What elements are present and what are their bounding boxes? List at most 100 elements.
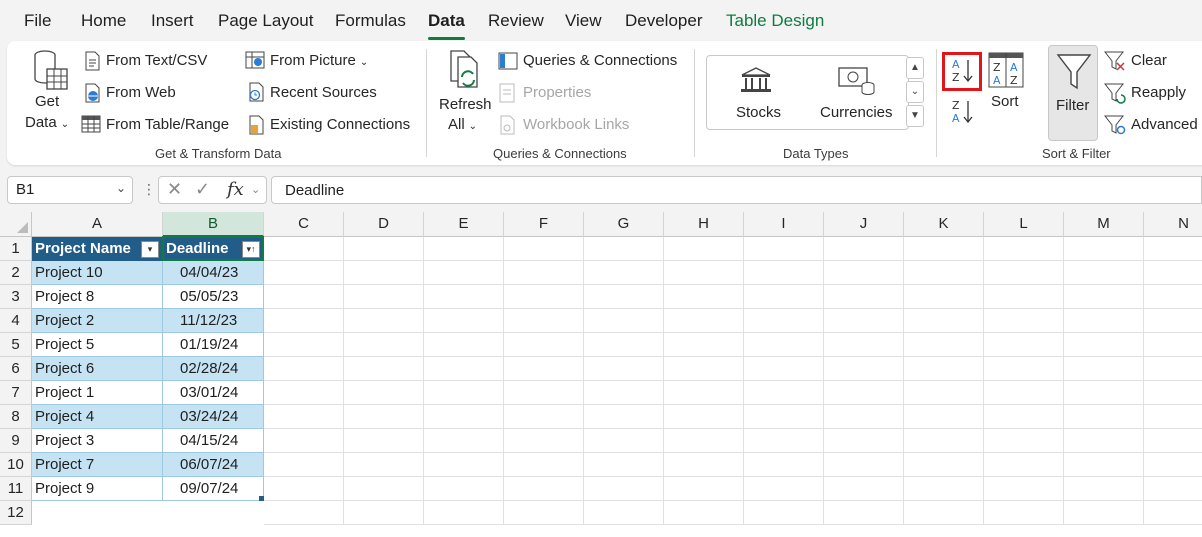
cell[interactable] bbox=[504, 357, 584, 381]
cell[interactable] bbox=[1144, 453, 1202, 477]
from-web-button[interactable]: From Web bbox=[106, 84, 176, 101]
column-header[interactable]: H bbox=[664, 212, 744, 237]
from-picture-button[interactable]: From Picture ⌄ bbox=[270, 52, 368, 69]
from-text-csv-button[interactable]: From Text/CSV bbox=[106, 52, 207, 69]
cell[interactable] bbox=[664, 501, 744, 525]
cell[interactable] bbox=[424, 477, 504, 501]
deadline-cell[interactable]: 11/12/23 bbox=[163, 309, 264, 333]
cell[interactable] bbox=[824, 309, 904, 333]
cell[interactable] bbox=[344, 333, 424, 357]
cell[interactable] bbox=[504, 405, 584, 429]
currencies-button[interactable]: Currencies bbox=[820, 104, 893, 121]
project-name-cell[interactable]: Project 1 bbox=[32, 381, 163, 405]
cell[interactable] bbox=[744, 261, 824, 285]
cell[interactable] bbox=[1064, 381, 1144, 405]
deadline-cell[interactable]: 06/07/24 bbox=[163, 453, 264, 477]
cell[interactable] bbox=[584, 357, 664, 381]
cell[interactable] bbox=[744, 405, 824, 429]
cell[interactable] bbox=[344, 261, 424, 285]
project-name-cell[interactable]: Project 6 bbox=[32, 357, 163, 381]
cell[interactable] bbox=[1144, 381, 1202, 405]
column-header[interactable]: A bbox=[32, 212, 163, 237]
cell[interactable] bbox=[824, 357, 904, 381]
filter-button[interactable]: Filter bbox=[1048, 45, 1098, 141]
cell[interactable] bbox=[984, 477, 1064, 501]
cell[interactable] bbox=[664, 309, 744, 333]
cell[interactable] bbox=[344, 405, 424, 429]
formula-input[interactable]: Deadline bbox=[271, 176, 1202, 204]
row-header[interactable]: 7 bbox=[0, 381, 32, 405]
from-table-range-button[interactable]: From Table/Range bbox=[106, 116, 229, 133]
refresh-all-label[interactable]: Refresh bbox=[439, 96, 492, 113]
project-name-cell[interactable]: Project 5 bbox=[32, 333, 163, 357]
column-header[interactable]: K bbox=[904, 212, 984, 237]
cell[interactable] bbox=[824, 261, 904, 285]
cell[interactable] bbox=[344, 429, 424, 453]
cell[interactable] bbox=[264, 309, 344, 333]
project-name-cell[interactable]: Project 10 bbox=[32, 261, 163, 285]
cell[interactable] bbox=[264, 453, 344, 477]
cell[interactable] bbox=[824, 237, 904, 261]
cell[interactable] bbox=[904, 333, 984, 357]
tab-view[interactable]: View bbox=[565, 11, 602, 31]
cell[interactable] bbox=[984, 237, 1064, 261]
cell[interactable] bbox=[1064, 237, 1144, 261]
cell[interactable] bbox=[264, 381, 344, 405]
cell[interactable] bbox=[584, 477, 664, 501]
deadline-cell[interactable]: 09/07/24 bbox=[163, 477, 264, 501]
gallery-more[interactable]: ▼ bbox=[906, 105, 924, 127]
column-header[interactable]: E bbox=[424, 212, 504, 237]
sort-icon[interactable]: ZAAZ bbox=[988, 52, 1024, 93]
cell[interactable] bbox=[344, 357, 424, 381]
cell[interactable] bbox=[1144, 261, 1202, 285]
deadline-cell[interactable]: 04/15/24 bbox=[163, 429, 264, 453]
cell[interactable] bbox=[744, 501, 824, 525]
cell[interactable] bbox=[264, 501, 344, 525]
cell[interactable] bbox=[744, 285, 824, 309]
deadline-cell[interactable]: 03/24/24 bbox=[163, 405, 264, 429]
cell[interactable] bbox=[504, 285, 584, 309]
cell[interactable] bbox=[584, 237, 664, 261]
cell[interactable] bbox=[824, 429, 904, 453]
cell[interactable] bbox=[984, 381, 1064, 405]
cell[interactable] bbox=[424, 429, 504, 453]
row-header[interactable]: 2 bbox=[0, 261, 32, 285]
cell[interactable] bbox=[424, 405, 504, 429]
cell[interactable] bbox=[664, 429, 744, 453]
cell[interactable] bbox=[984, 453, 1064, 477]
cell[interactable] bbox=[424, 309, 504, 333]
column-header[interactable]: F bbox=[504, 212, 584, 237]
advanced-button[interactable]: Advanced bbox=[1131, 116, 1198, 133]
queries-connections-button[interactable]: Queries & Connections bbox=[523, 52, 677, 69]
column-header[interactable]: J bbox=[824, 212, 904, 237]
row-header[interactable]: 9 bbox=[0, 429, 32, 453]
cell[interactable] bbox=[264, 405, 344, 429]
cell[interactable] bbox=[664, 453, 744, 477]
cell[interactable] bbox=[1144, 501, 1202, 525]
table-header-cell[interactable]: Project Name ▾ bbox=[32, 237, 163, 261]
cell[interactable] bbox=[1144, 405, 1202, 429]
cell[interactable] bbox=[584, 309, 664, 333]
existing-connections-button[interactable]: Existing Connections bbox=[270, 116, 410, 133]
cell[interactable] bbox=[824, 501, 904, 525]
chevron-down-icon[interactable]: ⌄ bbox=[251, 183, 260, 196]
cell[interactable] bbox=[264, 477, 344, 501]
row-header[interactable]: 12 bbox=[0, 501, 32, 525]
enter-icon[interactable]: ✓ bbox=[195, 179, 210, 200]
cell[interactable] bbox=[504, 501, 584, 525]
project-name-cell[interactable]: Project 7 bbox=[32, 453, 163, 477]
cell[interactable] bbox=[904, 285, 984, 309]
cell[interactable] bbox=[344, 309, 424, 333]
cell[interactable] bbox=[504, 453, 584, 477]
cell[interactable] bbox=[1144, 237, 1202, 261]
deadline-cell[interactable]: 04/04/23 bbox=[163, 261, 264, 285]
cell[interactable] bbox=[664, 237, 744, 261]
cell[interactable] bbox=[584, 261, 664, 285]
cell[interactable] bbox=[264, 429, 344, 453]
row-header[interactable]: 11 bbox=[0, 477, 32, 501]
cell[interactable] bbox=[424, 357, 504, 381]
cell[interactable] bbox=[1064, 309, 1144, 333]
cell[interactable] bbox=[904, 477, 984, 501]
cell[interactable] bbox=[424, 237, 504, 261]
column-header[interactable]: L bbox=[984, 212, 1064, 237]
